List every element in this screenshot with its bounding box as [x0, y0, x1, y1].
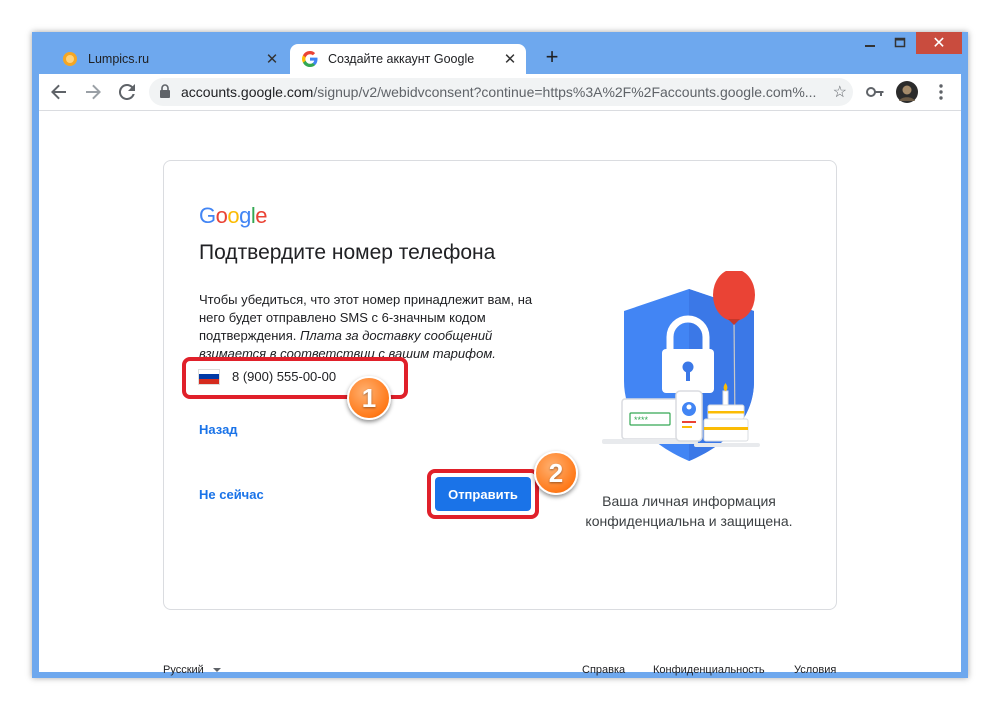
tab-lumpics[interactable]: Lumpics.ru ✕ [50, 44, 288, 74]
back-link[interactable]: Назад [199, 422, 238, 437]
step-marker-1: 1 [347, 376, 391, 420]
tab-close-icon[interactable]: ✕ [500, 50, 520, 68]
avatar[interactable] [895, 80, 919, 104]
dropdown-arrow-icon [212, 668, 221, 673]
help-link[interactable]: Справка [582, 664, 625, 676]
back-arrow-icon[interactable] [47, 80, 71, 104]
maximize-icon[interactable] [886, 32, 914, 54]
window-close-icon[interactable]: ✕ [916, 32, 962, 54]
address-bar[interactable]: accounts.google.com/signup/v2/webidvcons… [149, 78, 853, 106]
verify-phone-card: Google Подтвердите номер телефона Чтобы … [163, 160, 837, 610]
language-selector[interactable]: Русский [163, 664, 221, 676]
step-marker-2: 2 [534, 451, 578, 495]
lumpics-favicon [62, 51, 78, 67]
tab-close-icon[interactable]: ✕ [262, 50, 282, 68]
tab-google-signup[interactable]: Создайте аккаунт Google ✕ [290, 44, 526, 74]
menu-dots-icon[interactable] [929, 80, 953, 104]
google-logo: Google [199, 203, 268, 228]
page-viewport: Google Подтвердите номер телефона Чтобы … [39, 111, 961, 676]
url-text: accounts.google.com/signup/v2/webidvcons… [181, 84, 817, 100]
reload-icon[interactable] [115, 80, 139, 104]
page-title: Подтвердите номер телефона [199, 241, 496, 264]
skip-link[interactable]: Не сейчас [199, 487, 264, 502]
new-tab-button[interactable]: + [540, 46, 564, 70]
forward-arrow-icon[interactable] [81, 80, 105, 104]
description: Чтобы убедиться, что этот номер принадле… [199, 292, 533, 361]
browser-window: Lumpics.ru ✕ Создайте аккаунт Google ✕ +… [32, 32, 968, 678]
privacy-link[interactable]: Конфиденциальность [653, 664, 765, 676]
minimize-icon[interactable] [856, 32, 884, 54]
browser-toolbar: accounts.google.com/signup/v2/webidvcons… [39, 74, 961, 111]
tab-title: Создайте аккаунт Google [328, 52, 475, 66]
google-favicon [302, 51, 318, 67]
lock-icon[interactable] [159, 84, 171, 104]
illustration-caption: Ваша личная информация конфиденциальна и… [585, 493, 793, 529]
highlight-send-button [427, 469, 539, 519]
terms-link[interactable]: Условия [794, 664, 836, 676]
security-illustration: **** [602, 271, 760, 461]
key-icon[interactable] [863, 80, 887, 104]
tab-title: Lumpics.ru [88, 52, 150, 66]
tab-strip: Lumpics.ru ✕ Создайте аккаунт Google ✕ +… [32, 32, 968, 74]
password-mask: **** [634, 415, 649, 425]
star-icon[interactable]: ☆ [833, 82, 847, 102]
